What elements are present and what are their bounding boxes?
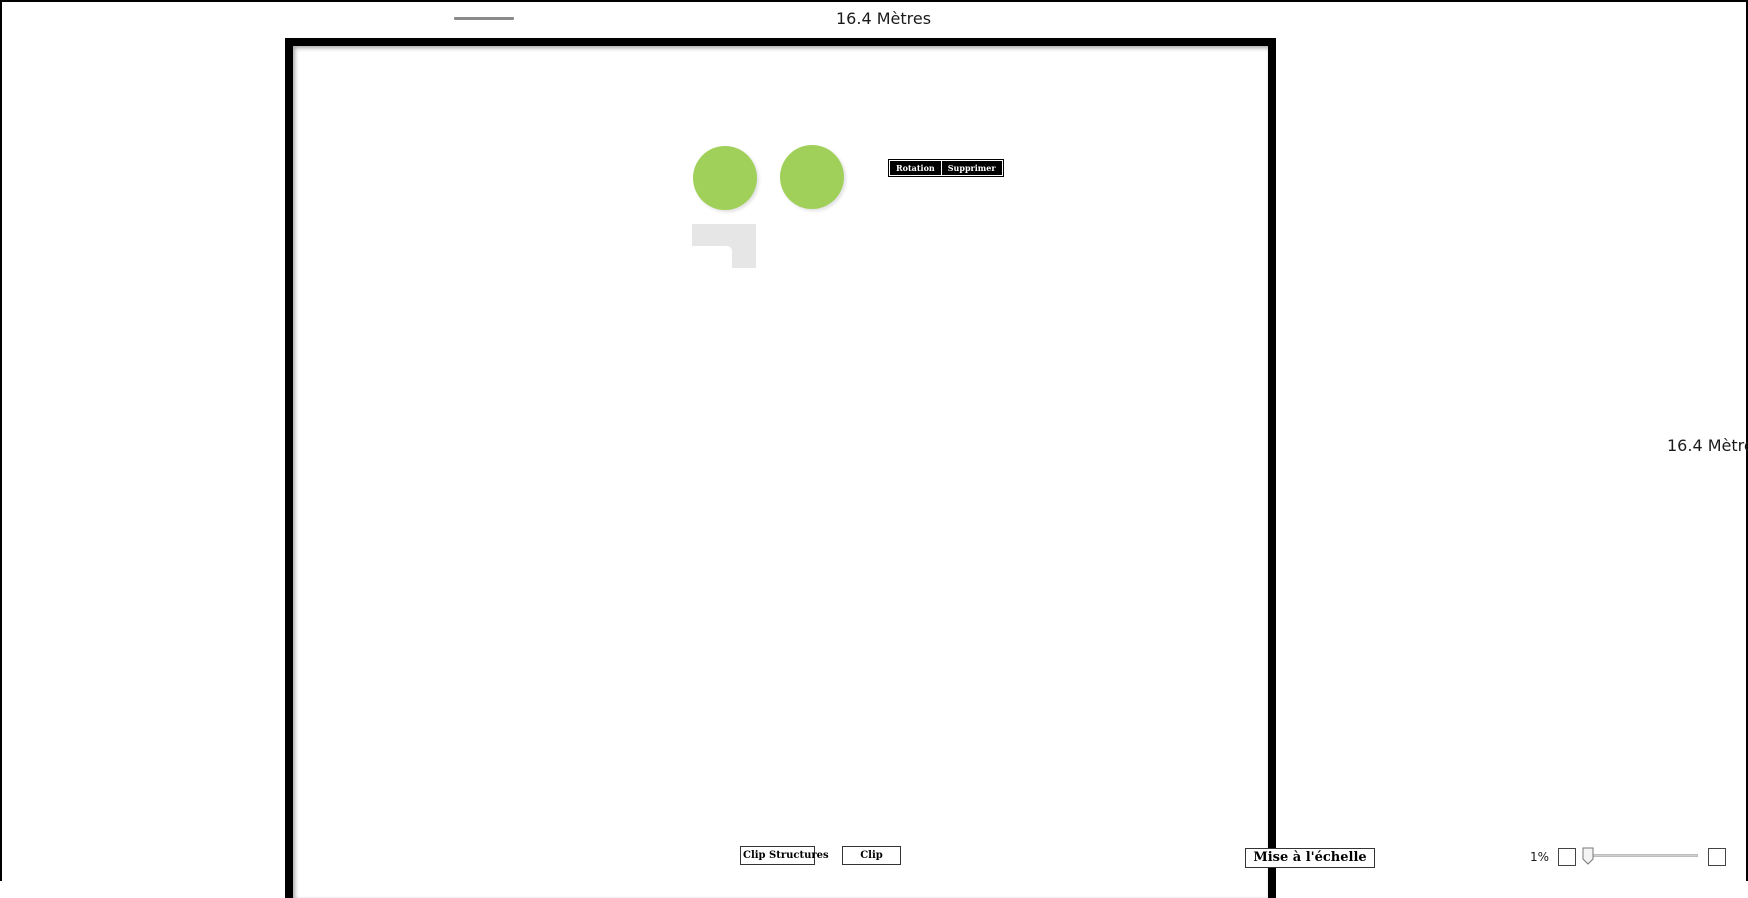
zoom-slider-thumb[interactable]	[1582, 847, 1594, 865]
structure-item[interactable]	[692, 224, 756, 268]
zoom-in-button[interactable]	[1708, 848, 1726, 866]
item-context-menu: Rotation Supprimer	[888, 159, 1004, 177]
top-dimension-label: 16.4 Mètres	[836, 9, 932, 28]
right-dimension-label: 16.4 Mètres	[1667, 436, 1748, 455]
plant-item[interactable]	[693, 146, 757, 210]
scale-button[interactable]: Mise à l'échelle	[1245, 848, 1375, 868]
rotation-button[interactable]: Rotation	[889, 160, 942, 176]
zoom-out-button[interactable]	[1558, 848, 1576, 866]
zoom-slider-track[interactable]	[1584, 854, 1698, 857]
clip-structures-button[interactable]: Clip Structures	[740, 846, 829, 865]
zoom-level-label: 1%	[1530, 850, 1550, 864]
scale-bar	[454, 17, 514, 20]
clip-button[interactable]: Clip	[842, 846, 901, 865]
delete-button[interactable]: Supprimer	[941, 160, 1003, 176]
plant-item[interactable]	[780, 145, 844, 209]
